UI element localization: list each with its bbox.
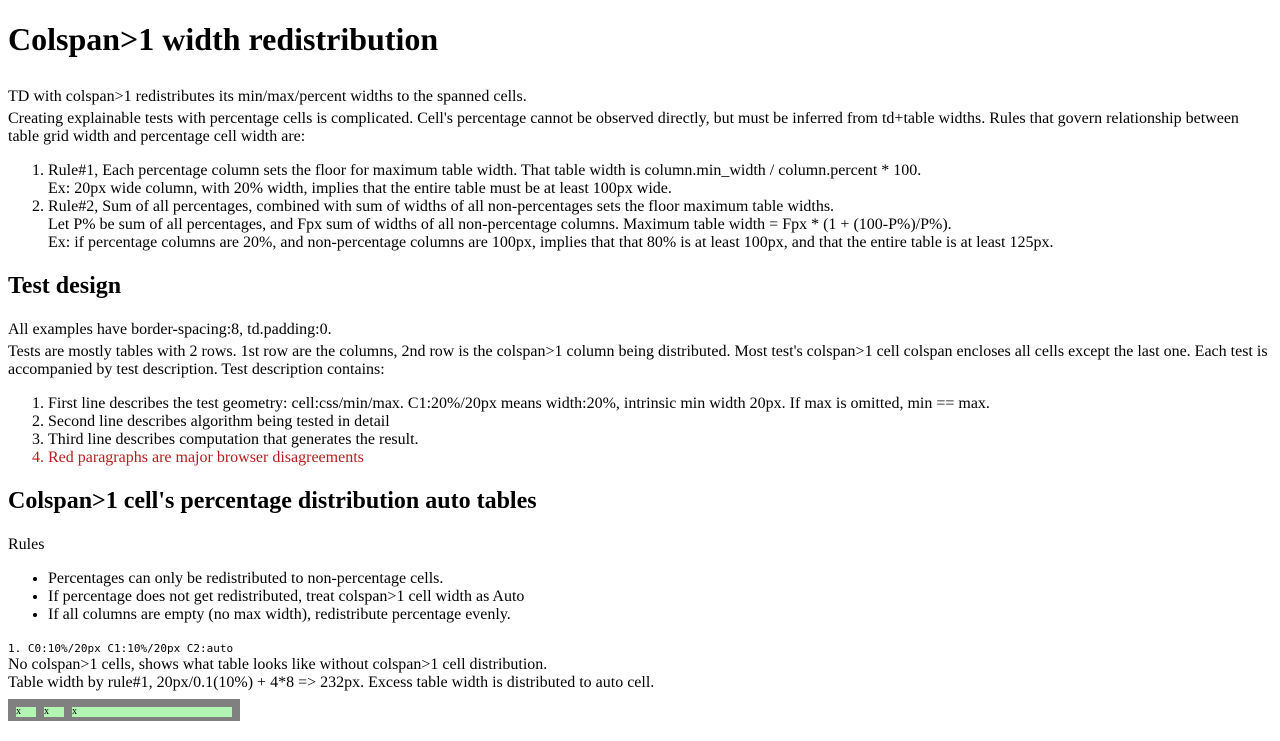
intro-paragraph-2: Creating explainable tests with percenta… <box>8 110 1239 145</box>
section-heading-auto-tables: Colspan>1 cell's percentage distribution… <box>8 488 537 514</box>
test-1-description: No colspan>1 cells, shows what table loo… <box>8 656 548 673</box>
rules-label: Rules <box>8 536 45 553</box>
test-1-computation: Table width by rule#1, 20px/0.1(10%) + 4… <box>8 674 655 691</box>
table-row: x x x <box>16 707 232 717</box>
rule-1-line-2: Ex: 20px wide column, with 20% width, im… <box>48 180 672 197</box>
test-design-paragraph-2: Tests are mostly tables with 2 rows. 1st… <box>8 343 1268 378</box>
page-content: Colspan>1 width redistribution TD with c… <box>0 21 1280 721</box>
test-design-paragraph-1: All examples have border-spacing:8, td.p… <box>8 321 332 338</box>
rule-2-line-3: Ex: if percentage columns are 20%, and n… <box>48 234 1054 251</box>
list-item: Second line describes algorithm being te… <box>48 413 1272 431</box>
rule-2-line-2: Let P% be sum of all percentages, and Fp… <box>48 216 952 233</box>
page-title: Colspan>1 width redistribution <box>8 21 439 57</box>
intro-paragraph-1: TD with colspan>1 redistributes its min/… <box>8 88 527 105</box>
rule-item-2: Rule#2, Sum of all percentages, combined… <box>48 198 1272 252</box>
rules-list: Rule#1, Each percentage column sets the … <box>8 162 1272 252</box>
list-item: First line describes the test geometry: … <box>48 395 1272 413</box>
list-item: Percentages can only be redistributed to… <box>48 570 1272 588</box>
section-heading-test-design: Test design <box>8 273 122 299</box>
table-cell-c1: x <box>44 707 64 717</box>
rule-2-line-1: Rule#2, Sum of all percentages, combined… <box>48 198 835 215</box>
rule-item-1: Rule#1, Each percentage column sets the … <box>48 162 1272 198</box>
list-item-red: Red paragraphs are major browser disagre… <box>48 449 1272 467</box>
rule-1-line-1: Rule#1, Each percentage column sets the … <box>48 162 922 179</box>
list-item: Third line describes computation that ge… <box>48 431 1272 449</box>
list-item: If percentage does not get redistributed… <box>48 588 1272 606</box>
auto-rules-list: Percentages can only be redistributed to… <box>8 570 1272 624</box>
list-item: If all columns are empty (no max width),… <box>48 606 1272 624</box>
test-description-list: First line describes the test geometry: … <box>8 395 1272 467</box>
table-cell-c0: x <box>16 707 36 717</box>
test-1-table: x x x <box>8 699 240 721</box>
test-1-geometry: 1. C0:10%/20px C1:10%/20px C2:auto <box>8 642 234 655</box>
table-cell-c2: x <box>72 707 232 717</box>
